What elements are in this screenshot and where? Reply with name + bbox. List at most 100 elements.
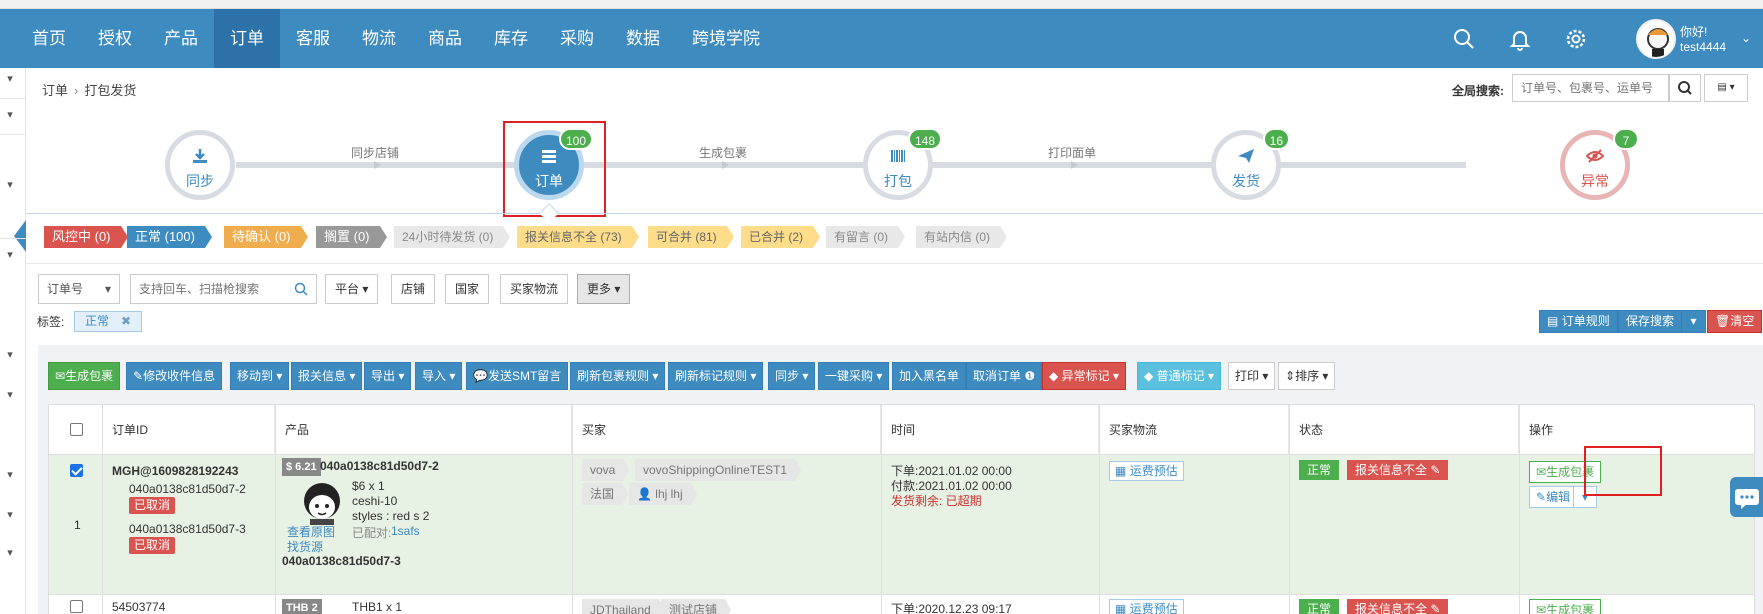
nav-purchase[interactable]: 采购 xyxy=(544,9,610,68)
move-to-dropdown[interactable]: 移动到 ▾ xyxy=(230,362,290,390)
export-dropdown[interactable]: 导出 ▾ xyxy=(364,362,412,390)
search-type-dropdown[interactable]: ▤ ▾ xyxy=(1704,74,1748,102)
sync-dropdown[interactable]: 同步 ▾ xyxy=(768,362,816,390)
nav-logistics[interactable]: 物流 xyxy=(346,9,412,68)
customs-info-dropdown[interactable]: 报关信息 ▾ xyxy=(291,362,363,390)
refresh-mark-rules-dropdown[interactable]: 刷新标记规则 ▾ xyxy=(668,362,764,390)
shop-button[interactable]: 店铺 xyxy=(391,274,436,304)
breadcrumb-root[interactable]: 订单 xyxy=(42,83,68,98)
find-source-link[interactable]: 找货源 xyxy=(287,538,323,555)
row-checkbox[interactable] xyxy=(70,464,83,477)
close-icon[interactable]: ✖ xyxy=(121,314,131,328)
product-id[interactable]: 040a0138c81d50d7-3 xyxy=(282,554,401,568)
chevron-down-icon[interactable]: ⌄ xyxy=(1741,31,1751,45)
row-generate-package-button[interactable]: ✉生成包裹 xyxy=(1529,599,1602,614)
add-blacklist-button[interactable]: 加入黑名单 xyxy=(892,362,967,390)
clear-button[interactable]: 🗑清空 xyxy=(1707,310,1763,333)
tag-merged[interactable]: 已合并 (2) xyxy=(741,226,821,248)
tag-mergeable[interactable]: 可合并 (81) xyxy=(648,226,734,248)
user-name: test4444 xyxy=(1680,40,1727,54)
platform-dropdown[interactable]: 平台 ▾ xyxy=(325,274,379,304)
save-search-caret[interactable]: ▾ xyxy=(1681,310,1706,333)
order-field-select[interactable]: 订单号 ▾ xyxy=(38,274,120,304)
freight-estimate-button[interactable]: ▦ 运费预估 xyxy=(1109,599,1184,614)
col-status[interactable]: 状态 xyxy=(1289,405,1519,455)
bell-icon[interactable] xyxy=(1508,27,1532,51)
nav-academy[interactable]: 跨境学院 xyxy=(676,9,776,68)
nav-auth[interactable]: 授权 xyxy=(82,9,148,68)
chevron-down-icon[interactable]: ▾ xyxy=(2,508,18,524)
breadcrumb-separator: › xyxy=(74,83,79,98)
nav-orders[interactable]: 订单 xyxy=(214,9,280,68)
order-search-input[interactable] xyxy=(130,274,317,304)
select-all-checkbox[interactable] xyxy=(70,423,83,436)
caret-down-icon: ▾ xyxy=(876,369,883,383)
col-buyer[interactable]: 买家 xyxy=(572,405,881,455)
col-time[interactable]: 时间 xyxy=(881,405,1099,455)
col-order-id[interactable]: 订单ID xyxy=(102,405,275,455)
chevron-down-icon[interactable]: ▾ xyxy=(2,546,18,562)
product-id[interactable]: 040a0138c81d50d7-2 xyxy=(320,459,439,473)
workflow-node-sync[interactable]: 同步 xyxy=(165,130,235,200)
status-customs-badge[interactable]: 报关信息不全 ✎ xyxy=(1347,460,1449,480)
nav-goods[interactable]: 商品 xyxy=(412,9,478,68)
tag-normal[interactable]: 正常 (100) xyxy=(127,226,212,248)
chat-button[interactable] xyxy=(1730,477,1763,517)
search-icon[interactable] xyxy=(1452,27,1476,51)
generate-package-button[interactable]: ✉生成包裹 xyxy=(48,362,121,390)
send-smt-message-button[interactable]: 💬发送SMT留言 xyxy=(466,362,569,390)
normal-mark-dropdown[interactable]: ◆ 普通标记 ▾ xyxy=(1137,362,1221,390)
exception-mark-dropdown[interactable]: ◆ 异常标记 ▾ xyxy=(1042,362,1126,390)
chevron-down-icon[interactable]: ▾ xyxy=(2,388,18,404)
sort-dropdown[interactable]: ⇕排序 ▾ xyxy=(1278,362,1336,390)
freight-estimate-button[interactable]: ▦ 运费预估 xyxy=(1109,461,1184,481)
chevron-down-icon[interactable]: ▾ xyxy=(2,178,18,194)
user-info[interactable]: 你好! test4444 xyxy=(1680,25,1726,55)
order-id[interactable]: MGH@1609828192243 xyxy=(112,464,238,478)
global-search-input[interactable] xyxy=(1512,74,1669,102)
status-customs-badge[interactable]: 报关信息不全 ✎ xyxy=(1347,599,1449,614)
tag-customs-incomplete[interactable]: 报关信息不全 (73) xyxy=(517,226,639,248)
workflow-node-ship[interactable]: 发货 16 xyxy=(1211,128,1290,200)
nav-home[interactable]: 首页 xyxy=(0,9,82,68)
import-dropdown[interactable]: 导入 ▾ xyxy=(415,362,463,390)
nav-products[interactable]: 产品 xyxy=(148,9,214,68)
label-chip-normal[interactable]: 正常 ✖ xyxy=(74,311,143,332)
tag-24h-ship[interactable]: 24小时待发货 (0) xyxy=(394,226,511,248)
workflow-node-exception[interactable]: 异常 7 xyxy=(1560,128,1639,200)
avatar[interactable] xyxy=(1636,19,1676,59)
refresh-package-rules-dropdown[interactable]: 刷新包裹规则 ▾ xyxy=(570,362,666,390)
nav-data[interactable]: 数据 xyxy=(610,9,676,68)
chevron-down-icon[interactable]: ▾ xyxy=(2,348,18,364)
row-checkbox[interactable] xyxy=(70,600,83,613)
gear-icon[interactable] xyxy=(1564,27,1588,51)
one-click-purchase-dropdown[interactable]: 一键采购 ▾ xyxy=(818,362,890,390)
col-buyer-logistics[interactable]: 买家物流 xyxy=(1099,405,1289,455)
nav-service[interactable]: 客服 xyxy=(280,9,346,68)
chevron-down-icon[interactable]: ▾ xyxy=(2,248,18,264)
workflow-node-pack[interactable]: 打包 148 xyxy=(863,128,942,200)
tag-has-message[interactable]: 有留言 (0) xyxy=(826,226,906,248)
country-button[interactable]: 国家 xyxy=(445,274,490,304)
order-rules-button[interactable]: ▤ 订单规则 xyxy=(1539,310,1618,333)
edit-recipient-button[interactable]: ✎修改收件信息 xyxy=(126,362,223,390)
tag-on-hold[interactable]: 搁置 (0) xyxy=(316,226,386,248)
global-search-button[interactable] xyxy=(1669,74,1701,102)
matched-link[interactable]: 1safs xyxy=(391,524,420,538)
more-dropdown[interactable]: 更多 ▾ xyxy=(577,274,631,304)
row-edit-button[interactable]: ✎编辑 xyxy=(1529,486,1578,508)
print-dropdown[interactable]: 打印 ▾ xyxy=(1228,362,1276,390)
cancel-order-button[interactable]: 取消订单 ❶ xyxy=(966,362,1043,390)
col-product[interactable]: 产品 xyxy=(275,405,572,455)
order-id[interactable]: 54503774 xyxy=(112,600,165,614)
buyer-logistics-button[interactable]: 买家物流 xyxy=(500,274,569,304)
product-image-icon[interactable] xyxy=(298,479,346,527)
tag-risk-control[interactable]: 风控中 (0) xyxy=(44,226,127,248)
chevron-down-icon[interactable]: ▾ xyxy=(2,108,18,124)
tag-to-confirm[interactable]: 待确认 (0) xyxy=(224,226,307,248)
chevron-down-icon[interactable]: ▾ xyxy=(2,72,18,88)
tag-has-inbox[interactable]: 有站内信 (0) xyxy=(916,226,1008,248)
nav-inventory[interactable]: 库存 xyxy=(478,9,544,68)
chevron-down-icon[interactable]: ▾ xyxy=(2,468,18,484)
search-icon[interactable] xyxy=(294,282,308,296)
